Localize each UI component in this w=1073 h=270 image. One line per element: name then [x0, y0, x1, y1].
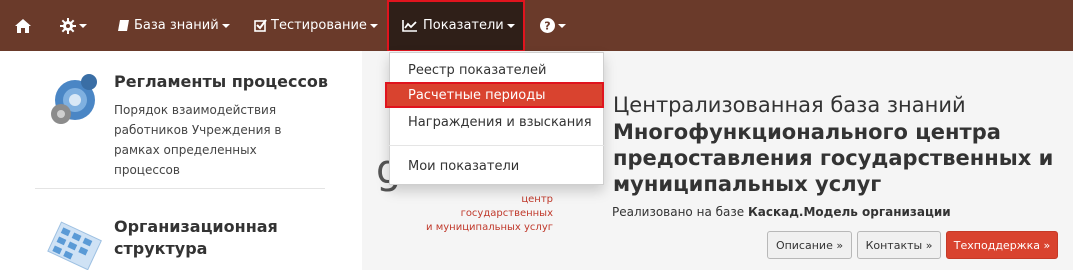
- chevron-down-icon: [558, 24, 566, 28]
- menu-item-indicators-registry[interactable]: Реестр показателей: [389, 60, 604, 82]
- hero-heading-bold: Многофункционального центра предоставлен…: [613, 120, 1054, 196]
- chevron-down-icon: [369, 24, 378, 28]
- line-chart-icon: [402, 20, 417, 32]
- question-circle-icon: ?: [540, 18, 555, 33]
- nav-settings[interactable]: [60, 0, 87, 51]
- logo-subtitle: центр государственных и муниципальных ус…: [426, 194, 553, 233]
- nav-help[interactable]: ?: [540, 0, 566, 51]
- home-icon: [15, 18, 31, 33]
- gear-icon: [60, 17, 76, 34]
- chevron-down-icon: [221, 24, 230, 28]
- checkbox-icon: [254, 19, 267, 32]
- menu-item-calculation-periods[interactable]: Расчетные периоды: [389, 85, 604, 107]
- gears-icon: [51, 74, 97, 124]
- svg-text:?: ?: [544, 20, 550, 33]
- block-text-processes: Порядок взаимодействия работников Учрежд…: [114, 103, 282, 177]
- nav-home[interactable]: [14, 0, 32, 51]
- description-button[interactable]: Описание »: [767, 231, 852, 259]
- block-title-org-structure[interactable]: Организационная структура: [114, 216, 278, 260]
- nav-knowledge-base-label: База знаний: [134, 18, 219, 33]
- block-divider: [35, 188, 325, 189]
- chevron-down-icon: [506, 24, 515, 28]
- dropdown-divider: [389, 145, 604, 146]
- chevron-down-icon: [79, 24, 87, 28]
- hero-heading: Централизованная база знаний: [613, 93, 966, 117]
- menu-item-awards-penalties[interactable]: Награждения и взыскания: [389, 112, 604, 134]
- support-button[interactable]: Техподдержка »: [946, 231, 1058, 259]
- nav-knowledge-base[interactable]: База знаний: [117, 0, 230, 51]
- nav-indicators-label: Показатели: [423, 18, 504, 33]
- nav-testing[interactable]: Тестирование: [254, 0, 378, 51]
- contacts-button[interactable]: Контакты »: [857, 231, 941, 259]
- book-icon: [118, 20, 129, 31]
- block-title-processes[interactable]: Регламенты процессов: [114, 71, 328, 93]
- org-structure-icon: [47, 221, 102, 270]
- nav-indicators[interactable]: Показатели: [402, 0, 515, 51]
- hero-based-on: Реализовано на базе Каскад.Модель органи…: [612, 205, 951, 219]
- nav-testing-label: Тестирование: [271, 18, 367, 33]
- menu-item-my-indicators[interactable]: Мои показатели: [389, 156, 604, 178]
